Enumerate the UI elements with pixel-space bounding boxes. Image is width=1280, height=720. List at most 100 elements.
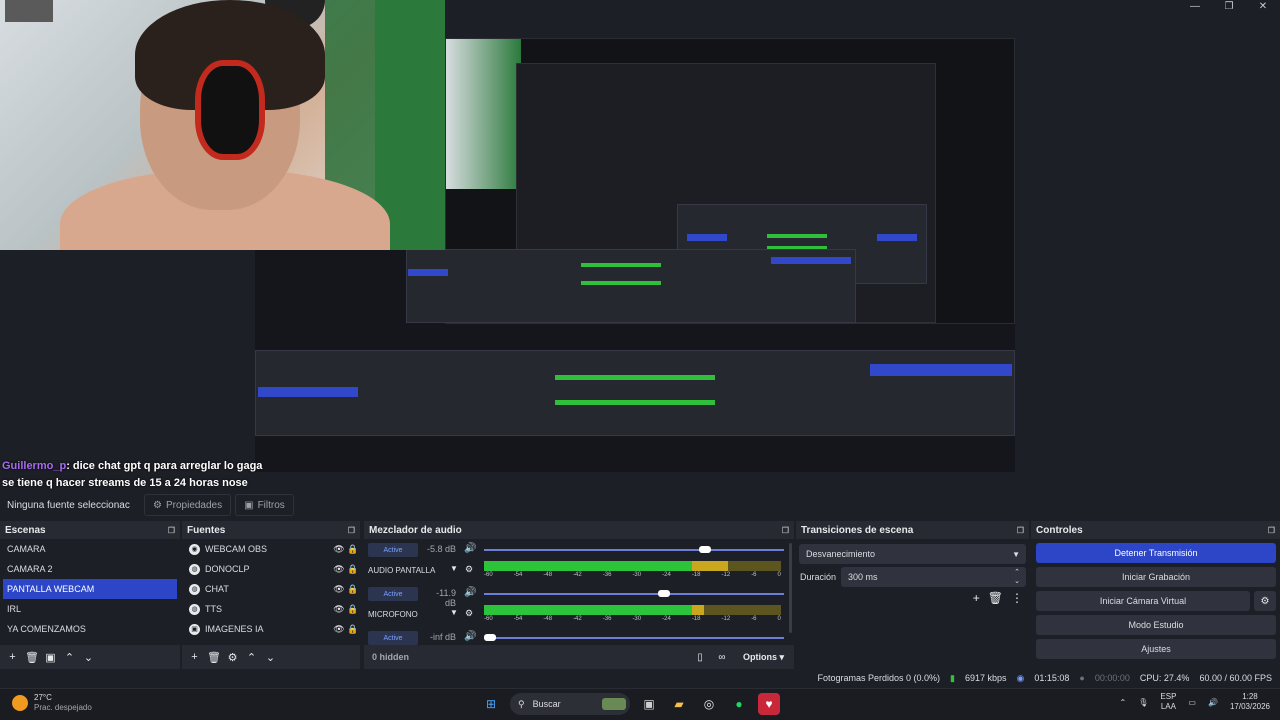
chevron-down-icon[interactable]: ⌄ (264, 651, 277, 664)
no-source-label: Ninguna fuente seleccionac (7, 499, 130, 511)
bitrate: 6917 kbps (964, 673, 1007, 683)
filters-button[interactable]: ▣ Filtros (235, 494, 294, 516)
slider-handle[interactable] (658, 590, 670, 597)
speaker-icon[interactable]: 🔊 (464, 587, 476, 598)
lock-icon[interactable]: 🔒 (346, 544, 360, 555)
app-icon[interactable]: ♥ (758, 693, 780, 715)
trash-icon[interactable]: 🗑 (988, 591, 1003, 605)
record-time: 00:00:00 (1094, 673, 1130, 683)
gear-icon[interactable]: ⚙ (226, 651, 239, 664)
microphone-icon[interactable]: 🎙 (1138, 698, 1148, 707)
task-view-icon[interactable]: ▣ (638, 693, 660, 715)
spotify-icon[interactable]: ● (728, 693, 750, 715)
source-item[interactable]: ◍ TTS 👁 🔒 (182, 599, 360, 619)
taskbar-apps: ⊞ ⚲ Buscar ▣ ▰ ◎ ● ♥ (480, 693, 780, 715)
dropped-frames: Fotogramas Perdidos 0 (0.0%) (817, 673, 941, 683)
link-icon[interactable]: ∞ (711, 652, 733, 663)
hidden-count: 0 hidden (372, 652, 410, 662)
layout-icon[interactable]: ▯ (689, 652, 711, 663)
lock-icon[interactable]: 🔒 (346, 624, 360, 635)
weather-widget[interactable]: 27°C Prac. despejado (12, 693, 92, 713)
filter-icon: ▣ (244, 499, 254, 511)
popout-icon[interactable]: ❐ (1268, 526, 1275, 535)
eye-icon[interactable]: 👁 (332, 544, 346, 555)
stop-stream-button[interactable]: Detener Transmisión (1036, 543, 1276, 563)
gear-icon: ⚙ (153, 499, 162, 511)
more-icon[interactable]: ⋮ (1011, 591, 1023, 605)
file-explorer-icon[interactable]: ▰ (668, 693, 690, 715)
network-icon[interactable]: ▭ (1188, 698, 1196, 707)
nested-meter (555, 375, 715, 380)
volume-icon[interactable]: 🔊 (1208, 698, 1218, 707)
restore-button[interactable]: ❐ (1212, 0, 1246, 14)
minimize-button[interactable]: — (1178, 0, 1212, 14)
transitions-body: Desvanecimiento ▼ Duración 300 ms ⌃ ⌄ + 🗑… (796, 539, 1029, 669)
eye-icon[interactable]: 👁 (332, 564, 346, 575)
chevron-down-icon[interactable]: ▼ (450, 608, 458, 617)
duration-input[interactable]: 300 ms ⌃ ⌄ (841, 567, 1026, 587)
tick-label: -24 (662, 572, 671, 578)
filter-icon[interactable]: ▣ (44, 651, 57, 664)
eye-icon[interactable]: 👁 (332, 584, 346, 595)
windows-start-icon[interactable]: ⊞ (480, 693, 502, 715)
clock[interactable]: 1:28 17/03/2026 (1230, 692, 1270, 712)
slider-handle[interactable] (698, 546, 711, 553)
eye-icon[interactable]: 👁 (332, 624, 346, 635)
scene-item[interactable]: IRL (0, 599, 180, 619)
settings-button[interactable]: Ajustes (1036, 639, 1276, 659)
volume-slider[interactable] (484, 546, 784, 553)
virtual-camera-button[interactable]: Iniciar Cámara Virtual (1036, 591, 1250, 611)
add-icon[interactable]: + (973, 591, 980, 605)
obs-icon[interactable]: ◎ (698, 693, 720, 715)
start-recording-button[interactable]: Iniciar Grabación (1036, 567, 1276, 587)
close-button[interactable]: ✕ (1246, 0, 1280, 14)
properties-button[interactable]: ⚙ Propiedades (144, 494, 232, 516)
trash-icon[interactable]: 🗑 (25, 651, 39, 664)
gear-icon[interactable]: ⚙ (465, 564, 473, 575)
gear-icon[interactable]: ⚙ (1254, 591, 1276, 611)
source-item[interactable]: ◍ CHAT 👁 🔒 (182, 579, 360, 599)
lock-icon[interactable]: 🔒 (346, 584, 360, 595)
eye-icon[interactable]: 👁 (332, 604, 346, 615)
scene-item[interactable]: CAMARA (0, 539, 180, 559)
popout-icon[interactable]: ❐ (168, 526, 175, 535)
popout-icon[interactable]: ❐ (1017, 526, 1024, 535)
scene-item[interactable]: YA COMENZAMOS (0, 619, 180, 639)
language-indicator[interactable]: ESP LAA (1160, 692, 1176, 712)
scrollbar[interactable] (789, 543, 792, 633)
chevron-down-icon[interactable]: ⌄ (82, 651, 95, 664)
add-icon[interactable]: + (188, 651, 201, 663)
lock-icon[interactable]: 🔒 (346, 604, 360, 615)
add-icon[interactable]: + (6, 651, 19, 663)
lock-icon[interactable]: 🔒 (346, 564, 360, 575)
properties-label: Propiedades (165, 499, 223, 511)
dock-title: Fuentes (187, 524, 226, 536)
chevron-up-icon[interactable]: ⌃ (245, 651, 258, 664)
transition-select[interactable]: Desvanecimiento ▼ (799, 544, 1026, 564)
trash-icon[interactable]: 🗑 (207, 651, 221, 664)
volume-slider[interactable] (484, 634, 784, 641)
search-box[interactable]: ⚲ Buscar (510, 693, 630, 715)
controls-body: Detener Transmisión Iniciar Grabación In… (1031, 539, 1280, 669)
popout-icon[interactable]: ❐ (348, 526, 355, 535)
source-item[interactable]: ▣ IMAGENES IA 👁 🔒 (182, 619, 360, 639)
options-button[interactable]: Options ▾ (733, 652, 794, 663)
speaker-icon[interactable]: 🔊 (464, 631, 476, 642)
scene-item[interactable]: CAMARA 2 (0, 559, 180, 579)
gear-icon[interactable]: ⚙ (465, 608, 473, 619)
chevron-up-icon[interactable]: ⌃ (63, 651, 76, 664)
chevron-up-icon[interactable]: ⌃ (1120, 698, 1127, 707)
source-item[interactable]: ◉ WEBCAM OBS 👁 🔒 (182, 539, 360, 559)
source-name: DONOCLP (205, 564, 250, 574)
source-item[interactable]: ◍ DONOCLP 👁 🔒 (182, 559, 360, 579)
slider-handle[interactable] (484, 634, 496, 641)
scene-item[interactable]: PANTALLA WEBCAM (3, 579, 177, 599)
volume-slider[interactable] (484, 590, 784, 597)
speaker-icon[interactable]: 🔊 (464, 543, 476, 554)
preview-canvas[interactable]: Guillermo_p: dice chat gpt q para arregl… (0, 0, 1280, 492)
spinner-icon[interactable]: ⌃ ⌄ (1014, 568, 1020, 586)
signal-icon: ▮ (950, 672, 955, 683)
popout-icon[interactable]: ❐ (782, 526, 789, 535)
chevron-down-icon[interactable]: ▼ (450, 564, 458, 573)
studio-mode-button[interactable]: Modo Estudio (1036, 615, 1276, 635)
